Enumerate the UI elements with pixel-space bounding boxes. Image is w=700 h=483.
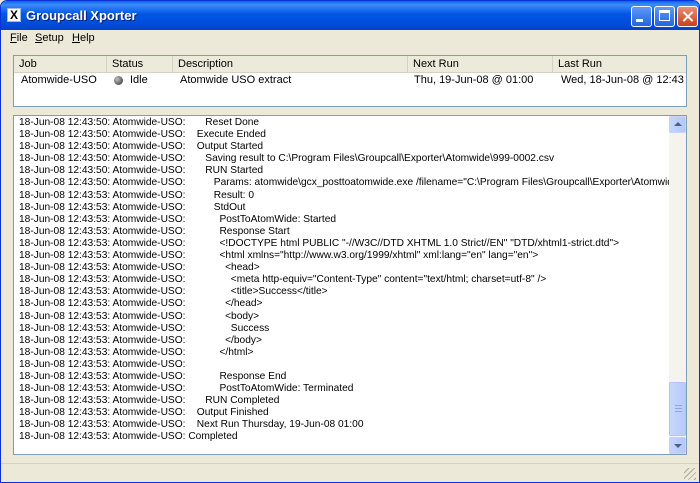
log-line: 18-Jun-08 12:43:53: Atomwide-USO: bbox=[19, 358, 186, 370]
close-button[interactable] bbox=[677, 6, 698, 27]
menu-help[interactable]: Help bbox=[72, 32, 95, 44]
log-line: 18-Jun-08 12:43:53: Atomwide-USO: <title… bbox=[19, 286, 328, 298]
log-line: 18-Jun-08 12:43:53: Atomwide-USO: StdOut bbox=[19, 201, 246, 213]
log-line: 18-Jun-08 12:43:50: Atomwide-USO: Execut… bbox=[19, 129, 266, 141]
status-bar bbox=[1, 463, 699, 482]
log-line: 18-Jun-08 12:43:50: Atomwide-USO: Output… bbox=[19, 141, 264, 153]
log-line: 18-Jun-08 12:43:50: Atomwide-USO: Params… bbox=[19, 177, 670, 189]
log-line: 18-Jun-08 12:43:53: Atomwide-USO: Next R… bbox=[19, 419, 364, 431]
menu-file[interactable]: File bbox=[10, 32, 28, 44]
job-row[interactable]: Atomwide-USO Idle Atomwide USO extract T… bbox=[14, 72, 686, 89]
log-line: 18-Jun-08 12:43:53: Atomwide-USO: <html … bbox=[19, 250, 539, 262]
log-line: 18-Jun-08 12:43:53: Atomwide-USO: <body> bbox=[19, 310, 260, 322]
column-header-status[interactable]: Status bbox=[107, 56, 173, 72]
app-icon[interactable]: X bbox=[7, 8, 21, 22]
log-output[interactable]: 18-Jun-08 12:43:50: Atomwide-USO: Reset … bbox=[13, 115, 687, 455]
log-line: 18-Jun-08 12:43:53: Atomwide-USO: Succes… bbox=[19, 322, 270, 334]
log-line: 18-Jun-08 12:43:50: Atomwide-USO: Reset … bbox=[19, 117, 260, 128]
log-line: 18-Jun-08 12:43:53: Atomwide-USO: Output… bbox=[19, 407, 269, 419]
menu-setup[interactable]: Setup bbox=[35, 32, 64, 44]
resize-grip-icon[interactable] bbox=[684, 468, 696, 480]
scroll-down-button[interactable] bbox=[669, 437, 686, 454]
job-last-run: Wed, 18-Jun-08 @ 12:43 bbox=[561, 74, 684, 86]
title-bar[interactable]: X Groupcall Xporter bbox=[1, 1, 699, 30]
maximize-button[interactable] bbox=[654, 6, 675, 27]
window-title: Groupcall Xporter bbox=[26, 8, 137, 23]
log-line: 18-Jun-08 12:43:53: Atomwide-USO: </body… bbox=[19, 334, 262, 346]
log-line: 18-Jun-08 12:43:53: Atomwide-USO: </html… bbox=[19, 346, 254, 358]
log-line: 18-Jun-08 12:43:50: Atomwide-USO: RUN St… bbox=[19, 165, 264, 177]
idle-status-icon bbox=[114, 76, 123, 85]
log-line: 18-Jun-08 12:43:53: Atomwide-USO: <!DOCT… bbox=[19, 237, 620, 249]
job-name: Atomwide-USO bbox=[21, 74, 97, 86]
log-line: 18-Jun-08 12:43:53: Atomwide-USO: PostTo… bbox=[19, 383, 354, 395]
log-line: 18-Jun-08 12:43:53: Atomwide-USO: Respon… bbox=[19, 225, 290, 237]
log-line: 18-Jun-08 12:43:50: Atomwide-USO: Saving… bbox=[19, 153, 555, 165]
app-window: X Groupcall Xporter File Setup Help Job … bbox=[0, 0, 700, 483]
log-line: 18-Jun-08 12:43:53: Atomwide-USO: <meta … bbox=[19, 274, 547, 286]
minimize-icon bbox=[636, 19, 643, 22]
log-line: 18-Jun-08 12:43:53: Atomwide-USO: Result… bbox=[19, 189, 254, 201]
log-line: 18-Jun-08 12:43:53: Atomwide-USO: Respon… bbox=[19, 370, 287, 382]
log-vertical-scrollbar[interactable] bbox=[669, 116, 686, 454]
column-header-last-run[interactable]: Last Run bbox=[553, 56, 686, 72]
column-header-job[interactable]: Job bbox=[14, 56, 107, 72]
minimize-button[interactable] bbox=[631, 6, 652, 27]
scroll-thumb[interactable] bbox=[669, 382, 686, 436]
job-description: Atomwide USO extract bbox=[180, 74, 292, 86]
log-line: 18-Jun-08 12:43:53: Atomwide-USO: RUN Co… bbox=[19, 395, 280, 407]
log-lines: 18-Jun-08 12:43:50: Atomwide-USO: Reset … bbox=[14, 117, 670, 444]
column-header-next-run[interactable]: Next Run bbox=[408, 56, 553, 72]
column-header-description[interactable]: Description bbox=[173, 56, 408, 72]
menu-bar: File Setup Help bbox=[5, 30, 695, 48]
arrow-up-icon bbox=[674, 122, 682, 126]
maximize-icon bbox=[659, 10, 670, 21]
job-next-run: Thu, 19-Jun-08 @ 01:00 bbox=[414, 74, 534, 86]
log-line: 18-Jun-08 12:43:53: Atomwide-USO: PostTo… bbox=[19, 213, 337, 225]
log-line: 18-Jun-08 12:43:53: Atomwide-USO: <head> bbox=[19, 262, 260, 274]
scroll-up-button[interactable] bbox=[669, 116, 686, 133]
log-line: 18-Jun-08 12:43:53: Atomwide-USO: Comple… bbox=[19, 431, 238, 443]
log-line: 18-Jun-08 12:43:53: Atomwide-USO: </head… bbox=[19, 298, 263, 310]
job-status: Idle bbox=[130, 74, 148, 86]
jobs-list: Job Status Description Next Run Last Run… bbox=[13, 55, 687, 107]
arrow-down-icon bbox=[674, 444, 682, 448]
jobs-list-header: Job Status Description Next Run Last Run bbox=[14, 56, 686, 73]
